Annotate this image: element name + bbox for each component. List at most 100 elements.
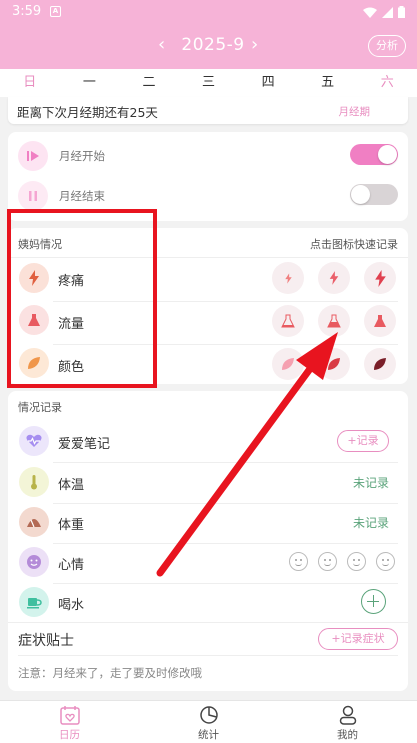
status-time: 3:59 bbox=[12, 4, 42, 19]
thermometer-icon bbox=[19, 467, 49, 497]
flask-icon bbox=[327, 314, 341, 328]
period-end-label: 月经结束 bbox=[59, 189, 105, 203]
period-start-row: 月经开始 bbox=[18, 139, 398, 175]
divider bbox=[8, 257, 408, 258]
period-start-toggle[interactable] bbox=[350, 144, 398, 165]
divider bbox=[53, 301, 398, 302]
add-water-button[interactable] bbox=[361, 589, 386, 614]
tab-statistics-label: 统计 bbox=[198, 729, 219, 741]
records-title: 情况记录 bbox=[18, 401, 62, 414]
period-end-toggle[interactable] bbox=[350, 184, 398, 205]
divider bbox=[53, 462, 398, 463]
notification-app-icon: A bbox=[50, 6, 61, 17]
user-icon bbox=[339, 705, 356, 725]
period-condition-title: 姨妈情况 bbox=[18, 238, 62, 251]
love-notes-label: 爱爱笔记 bbox=[58, 437, 111, 452]
tab-profile[interactable]: 我的 bbox=[278, 701, 417, 743]
color-option-dark[interactable] bbox=[364, 348, 396, 380]
record-symptom-button[interactable]: +记录症状 bbox=[318, 628, 398, 650]
color-label: 颜色 bbox=[58, 360, 85, 375]
temperature-label: 体温 bbox=[58, 478, 85, 493]
smiley-icon bbox=[19, 547, 49, 577]
countdown-text: 距离下次月经期还有25天 bbox=[17, 105, 158, 120]
toggle-knob bbox=[378, 145, 397, 164]
flow-level-2[interactable] bbox=[318, 305, 350, 337]
tab-calendar-label: 日历 bbox=[59, 729, 80, 741]
lightning-icon bbox=[329, 271, 339, 285]
love-notes-record-button[interactable]: +记录 bbox=[337, 430, 389, 452]
wifi-icon bbox=[363, 7, 377, 18]
weight-label: 体重 bbox=[58, 518, 85, 533]
weekday-header: 日 一 二 三 四 五 六 bbox=[0, 69, 417, 97]
pain-label: 疼痛 bbox=[58, 274, 85, 289]
weekday-thu: 四 bbox=[261, 75, 275, 90]
period-toggle-card: 月经开始 月经结束 bbox=[8, 132, 408, 221]
toggle-knob bbox=[351, 185, 370, 204]
mood-face-1[interactable] bbox=[289, 552, 308, 571]
battery-icon bbox=[398, 6, 405, 18]
weekday-sat: 六 bbox=[380, 75, 394, 90]
leaf-icon bbox=[282, 358, 294, 370]
leaf-icon bbox=[328, 358, 340, 370]
leaf-icon bbox=[374, 358, 386, 370]
lightning-icon bbox=[284, 272, 292, 284]
flow-label: 流量 bbox=[58, 317, 85, 332]
divider bbox=[53, 503, 398, 504]
tab-calendar[interactable]: 日历 bbox=[0, 701, 139, 743]
pause-icon bbox=[18, 181, 48, 211]
calendar-heart-icon bbox=[59, 706, 80, 725]
mood-label: 心情 bbox=[58, 558, 85, 573]
heart-pulse-icon bbox=[19, 426, 49, 456]
symptom-title: 症状贴士 bbox=[18, 633, 74, 649]
current-month: 2025-9 bbox=[181, 35, 245, 55]
tab-statistics[interactable]: 统计 bbox=[139, 701, 278, 743]
mood-face-2[interactable] bbox=[318, 552, 337, 571]
divider bbox=[53, 344, 398, 345]
signal-icon bbox=[382, 6, 393, 18]
temperature-unrecorded[interactable]: 未记录 bbox=[353, 474, 389, 491]
next-month-button[interactable]: › bbox=[251, 34, 258, 55]
weekday-sun: 日 bbox=[23, 75, 37, 90]
status-icons bbox=[363, 6, 405, 18]
lightning-icon bbox=[374, 269, 386, 287]
tip-text: 注意：月经来了，走了要及时修改哦 bbox=[18, 666, 202, 680]
pie-chart-icon bbox=[199, 706, 218, 724]
scale-icon bbox=[19, 507, 49, 537]
month-header: ‹ 2025-9 › 分析 bbox=[0, 24, 417, 69]
color-option-light[interactable] bbox=[272, 348, 304, 380]
period-end-row: 月经结束 bbox=[18, 179, 398, 215]
divider bbox=[53, 583, 398, 584]
flask-icon bbox=[374, 315, 386, 327]
leaf-icon bbox=[19, 348, 49, 378]
divider bbox=[53, 543, 398, 544]
cup-icon bbox=[19, 587, 49, 617]
flow-level-1[interactable] bbox=[272, 305, 304, 337]
quick-record-hint: 点击图标快速记录 bbox=[310, 238, 398, 251]
status-bar: 3:59 A bbox=[0, 0, 417, 24]
mood-face-3[interactable] bbox=[347, 552, 366, 571]
color-option-red[interactable] bbox=[318, 348, 350, 380]
weekday-fri: 五 bbox=[321, 75, 335, 90]
records-card: 情况记录 爱爱笔记 +记录 体温 未记录 体重 未记录 心情 喝水 症状贴士 +… bbox=[8, 391, 408, 691]
flow-level-3[interactable] bbox=[364, 305, 396, 337]
mood-face-4[interactable] bbox=[376, 552, 395, 571]
analyze-button[interactable]: 分析 bbox=[368, 35, 406, 57]
pain-level-1[interactable] bbox=[272, 262, 304, 294]
period-badge: 月经期 bbox=[338, 106, 371, 118]
countdown-banner: 距离下次月经期还有25天 月经期 bbox=[8, 97, 408, 124]
lightning-icon bbox=[19, 263, 49, 293]
weekday-mon: 一 bbox=[82, 75, 96, 90]
period-condition-card: 姨妈情况 点击图标快速记录 疼痛 流量 颜色 bbox=[8, 228, 408, 384]
flask-icon bbox=[281, 314, 295, 328]
weight-unrecorded[interactable]: 未记录 bbox=[353, 514, 389, 531]
weekday-tue: 二 bbox=[142, 75, 156, 90]
water-label: 喝水 bbox=[58, 598, 85, 613]
divider bbox=[18, 655, 398, 656]
pain-level-2[interactable] bbox=[318, 262, 350, 294]
weekday-wed: 三 bbox=[202, 75, 216, 90]
bottom-tab-bar: 日历 统计 我的 bbox=[0, 700, 417, 743]
pain-level-3[interactable] bbox=[364, 262, 396, 294]
prev-month-button[interactable]: ‹ bbox=[158, 34, 165, 55]
play-icon bbox=[18, 141, 48, 171]
tab-profile-label: 我的 bbox=[337, 729, 358, 741]
